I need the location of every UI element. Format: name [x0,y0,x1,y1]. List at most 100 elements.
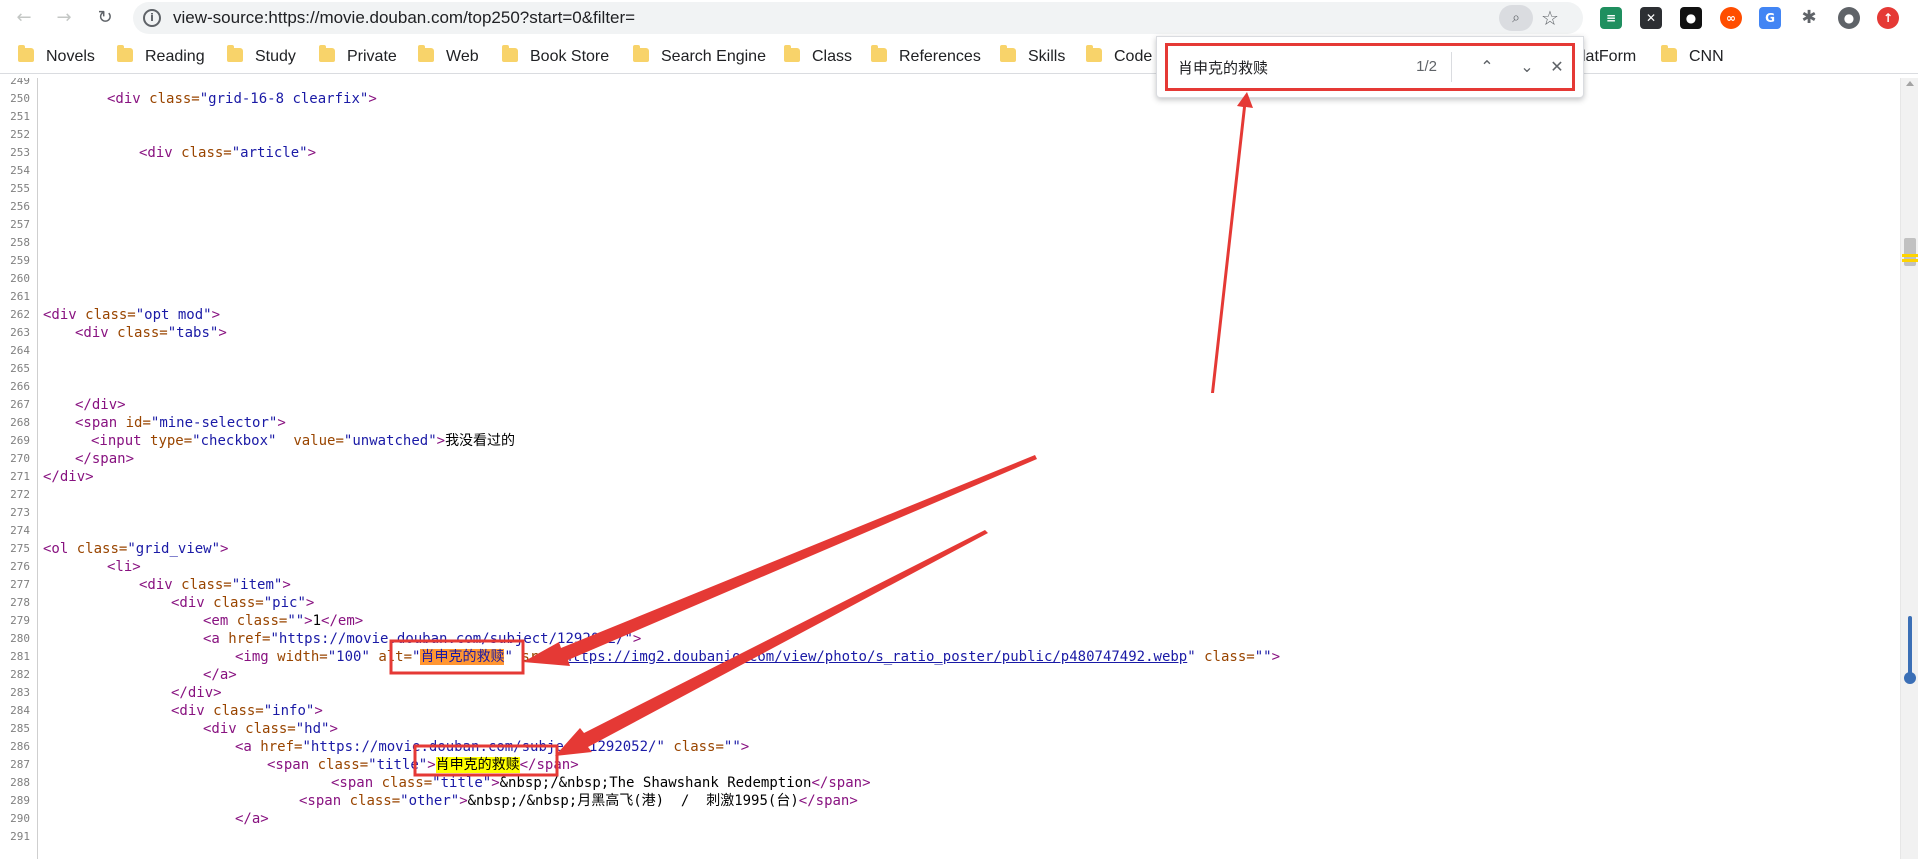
text-node: 1 [312,613,322,629]
site-info-icon[interactable]: i [143,9,161,27]
find-previous-button[interactable]: ⌃ [1472,52,1502,82]
tag: <div [139,145,173,161]
bookmark-book-store[interactable]: Book Store [502,45,609,69]
tag: > [427,757,436,773]
attr-value: "grid-16-8 clearfix" [199,91,369,107]
reload-button[interactable]: ↻ [91,4,119,32]
tag: > [632,631,642,647]
line-number: 258 [10,236,30,249]
find-match: 肖申克的救赎 [435,757,520,773]
scroll-indicator-handle[interactable] [1908,616,1912,680]
tag: > [314,703,323,719]
img-src-link[interactable]: https://img2.doubanio.com/view/photo/s_r… [564,649,1188,665]
scroll-indicator-knob[interactable] [1904,672,1916,684]
line-number: 287 [10,758,30,771]
attr-value: "100" [327,649,370,665]
tag: <div [171,595,205,611]
tag: <div [75,325,109,341]
tag: <ol [43,541,69,557]
attr-value: " [656,739,665,755]
attr-name: id= [125,415,151,431]
tag: <input [91,433,142,449]
find-close-button[interactable]: ✕ [1542,52,1572,82]
bookmark-references[interactable]: References [871,45,981,69]
scrollbar-match-marker [1902,259,1918,262]
attr-value: "pic" [263,595,306,611]
bookmark-reading[interactable]: Reading [117,45,205,69]
text-node: &nbsp;/&nbsp;The Shawshank Redemption [499,775,812,791]
extension-infinity-icon[interactable]: ∞ [1720,7,1742,29]
address-url[interactable]: view-source:https://movie.douban.com/top… [173,2,635,34]
bookmark-class[interactable]: Class [784,45,852,69]
folder-icon [117,45,133,62]
extension-translate-icon[interactable]: G [1759,7,1781,29]
extension-x-icon[interactable]: ✕ [1640,7,1662,29]
line-number: 282 [10,668,30,681]
attr-name: href= [228,631,271,647]
bookmark-study[interactable]: Study [227,45,296,69]
arrow-right-icon: → [56,7,72,28]
address-bar[interactable]: i view-source:https://movie.douban.com/t… [133,2,1583,34]
folder-icon [1000,45,1016,62]
folder-icon [1661,45,1677,62]
href-link[interactable]: https://movie.douban.com/subject/1292052… [311,739,657,755]
attr-name: width= [277,649,328,665]
tag: > [740,739,750,755]
tag: </span> [519,757,579,773]
attr-value: " [302,739,311,755]
bookmark-code[interactable]: Code [1086,45,1152,69]
attr-value: " [270,631,279,647]
bookmark-platform[interactable]: latForm [1582,45,1636,69]
href-link[interactable]: https://movie.douban.com/subject/1292052… [279,631,625,647]
find-next-button[interactable]: ⌄ [1512,52,1542,82]
line-number: 266 [10,380,30,393]
tag: <div [203,721,237,737]
find-in-page-icon[interactable]: ⌕ [1499,5,1533,31]
attr-value: "other" [400,793,460,809]
folder-icon [418,45,434,62]
find-input-highlight-box: 1/2 ⌃ ⌄ ✕ [1165,43,1575,91]
tag: <a [235,739,252,755]
extension-panda-icon[interactable]: ● [1680,7,1702,29]
attr-name: class= [213,703,264,719]
bookmark-private[interactable]: Private [319,45,397,69]
line-number: 289 [10,794,30,807]
text-node: &nbsp;/&nbsp;月黑高飞(港) / 刺激1995(台) [467,793,799,809]
vertical-scrollbar[interactable] [1900,78,1918,859]
tag: </div> [75,397,126,413]
tag: <a [203,631,220,647]
find-input[interactable] [1178,46,1398,88]
attr-value: " [1187,649,1196,665]
bookmark-novels[interactable]: Novels [18,45,95,69]
forward-button[interactable]: → [50,4,78,32]
bookmark-star-icon[interactable]: ☆ [1541,2,1559,34]
bookmark-label: Web [446,48,479,65]
line-number: 262 [10,308,30,321]
line-number: 255 [10,182,30,195]
tag: > [436,433,446,449]
bookmark-label: Reading [145,48,205,65]
extensions-puzzle-icon[interactable]: ✱ [1798,7,1820,29]
bookmark-cnn[interactable]: CNN [1661,45,1724,69]
line-number: 281 [10,650,30,663]
scroll-up-arrow-icon[interactable] [1906,81,1914,86]
line-number: 268 [10,416,30,429]
bookmark-web[interactable]: Web [418,45,479,69]
tag: <div [107,91,141,107]
line-number: 251 [10,110,30,123]
back-button[interactable]: ← [10,4,38,32]
bookmark-skills[interactable]: Skills [1000,45,1065,69]
profile-avatar-icon[interactable]: ● [1838,7,1860,29]
chevron-up-icon: ⌃ [1480,57,1494,76]
folder-icon [502,45,518,62]
tag: <em [203,613,229,629]
bookmark-search-engine[interactable]: Search Engine [633,45,766,69]
update-arrow-icon[interactable]: ↑ [1877,7,1899,29]
attr-value: "info" [263,703,315,719]
attr-name: src= [521,649,556,665]
attr-name: class= [317,757,369,773]
extension-green-icon[interactable]: ≡ [1600,7,1622,29]
bookmark-label: References [899,48,981,65]
attr-value: "title" [432,775,492,791]
tag: </a> [235,811,269,827]
